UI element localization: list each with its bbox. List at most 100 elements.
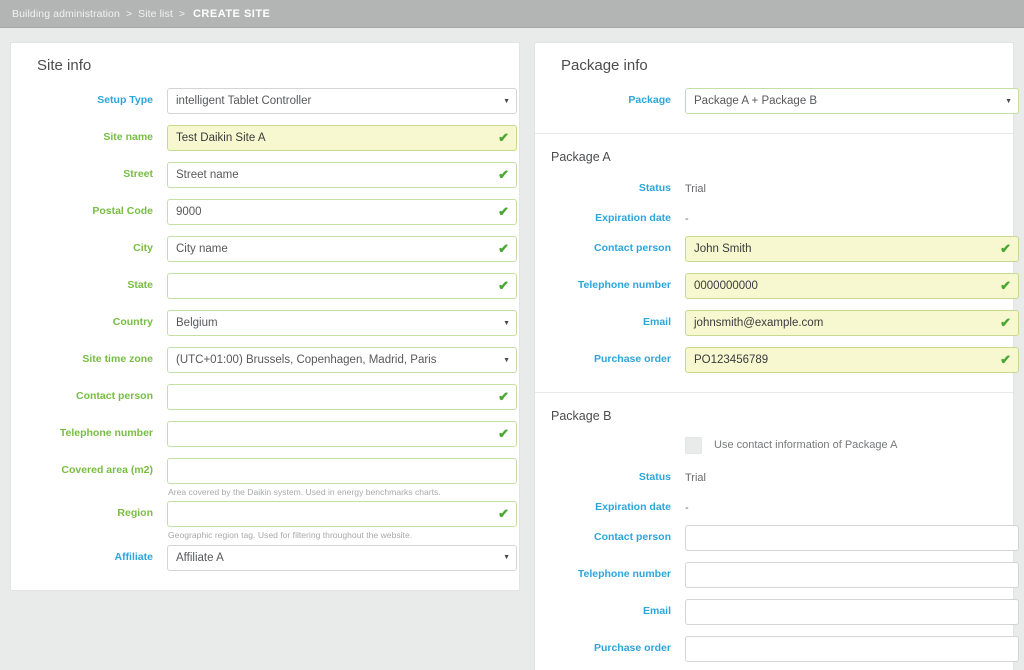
package-a-form: Status Trial Expiration date - Contact perso… [549, 176, 1019, 373]
input-street[interactable]: Street name [167, 162, 517, 188]
page-body: Site info Setup Type intelligent Tablet C… [0, 28, 1024, 670]
package-b-section: Package B Use contact information of Pac… [535, 392, 1019, 670]
value-status: Trial [685, 183, 706, 195]
select-setup-type[interactable]: intelligent Tablet Controller [167, 88, 517, 114]
use-package-a-contact-label: Use contact information of Package A [714, 439, 898, 451]
field-site-time-zone: (UTC+01:00) Brussels, Copenhagen, Madrid… [167, 347, 517, 373]
input-email[interactable] [685, 599, 1019, 625]
value-expiration-date: - [685, 502, 689, 514]
field-wrap-telephone-number [685, 562, 1019, 588]
label-telephone-number: Telephone number [59, 427, 153, 439]
use-package-a-contact-checkbox[interactable] [685, 437, 702, 454]
label-purchase-order: Purchase order [593, 353, 671, 365]
input-contact-person[interactable] [685, 525, 1019, 551]
input-purchase-order[interactable] [685, 636, 1019, 662]
input-covered-area-m2[interactable] [167, 458, 517, 484]
label-city: City [133, 242, 153, 254]
field-email: johnsmith@example.com ✔ [685, 310, 1019, 336]
label-country: Country [112, 316, 153, 328]
form-row-region: Region ✔ Geographic region tag. Used for f… [25, 501, 517, 540]
input-purchase-order[interactable]: PO123456789 [685, 347, 1019, 373]
label-telephone-number: Telephone number [577, 568, 671, 580]
field-street: Street name ✔ [167, 162, 517, 188]
field-telephone-number [685, 562, 1019, 588]
label-contact-person: Contact person [593, 531, 671, 543]
input-telephone-number[interactable] [167, 421, 517, 447]
form-row-state: State ✔ [25, 273, 517, 299]
package-b-title: Package B [551, 409, 612, 423]
label-status: Status [638, 182, 671, 194]
form-row-city: City City name ✔ [25, 236, 517, 262]
form-row-telephone-number: Telephone number ✔ [25, 421, 517, 447]
package-select-label: Package [628, 94, 671, 106]
breadcrumb-parent[interactable]: Site list [138, 8, 173, 20]
label-affiliate: Affiliate [114, 550, 153, 563]
field-affiliate: Affiliate A ▼ [167, 544, 517, 571]
label-site-time-zone: Site time zone [82, 353, 153, 365]
site-info-form: Setup Type intelligent Tablet Controller ▼… [25, 88, 517, 571]
input-state[interactable] [167, 273, 517, 299]
form-row-contact-person: Contact person [549, 525, 1019, 551]
label-contact-person: Contact person [75, 390, 153, 402]
field-wrap-state: ✔ [167, 273, 517, 299]
field-contact-person [685, 525, 1019, 551]
input-email[interactable]: johnsmith@example.com [685, 310, 1019, 336]
package-select-section: Package info Package Package A + Package… [535, 43, 1019, 133]
label-telephone-number: Telephone number [577, 279, 671, 291]
input-contact-person[interactable]: John Smith [685, 236, 1019, 262]
field-wrap-postal-code: 9000 ✔ [167, 199, 517, 225]
form-row-setup-type: Setup Type intelligent Tablet Controller ▼ [25, 88, 517, 114]
field-wrap-affiliate: Affiliate A ▼ [167, 544, 517, 571]
label-covered-area-m2: Covered area (m2) [61, 464, 153, 476]
label-street: Street [123, 168, 153, 180]
package-b-form: Status Trial Expiration date - Contact perso… [549, 465, 1019, 670]
form-row-expiration-date: Expiration date - [549, 206, 999, 225]
input-contact-person[interactable] [167, 384, 517, 410]
site-info-section: Site info Setup Type intelligent Tablet C… [11, 43, 519, 590]
field-wrap-contact-person [685, 525, 1019, 551]
select-affiliate[interactable]: Affiliate A [167, 544, 517, 571]
label-expiration-date: Expiration date [595, 501, 671, 513]
input-city[interactable]: City name [167, 236, 517, 262]
form-row-postal-code: Postal Code 9000 ✔ [25, 199, 517, 225]
package-select[interactable]: Package A + Package B [685, 88, 1019, 114]
input-telephone-number[interactable] [685, 562, 1019, 588]
input-site-name[interactable]: Test Daikin Site A [167, 125, 517, 151]
hint-region: Geographic region tag. Used for filterin… [168, 530, 413, 541]
select-site-time-zone[interactable]: (UTC+01:00) Brussels, Copenhagen, Madrid… [167, 347, 517, 373]
select-country[interactable]: Belgium [167, 310, 517, 336]
checkbox-spacer [549, 435, 671, 442]
value-expiration-date: - [685, 213, 689, 225]
form-row-contact-person: Contact person ✔ [25, 384, 517, 410]
field-wrap-telephone-number: 0000000000 ✔ [685, 273, 1019, 299]
breadcrumb-current: CREATE SITE [192, 7, 271, 20]
form-row-site-name: Site name Test Daikin Site A ✔ [25, 125, 517, 151]
value-status: Trial [685, 472, 706, 484]
hint-covered-area-m2: Area covered by the Daikin system. Used … [168, 487, 441, 497]
label-status: Status [638, 471, 671, 483]
field-wrap-city: City name ✔ [167, 236, 517, 262]
field-contact-person: John Smith ✔ [685, 236, 1019, 262]
form-row-purchase-order: Purchase order PO123456789 ✔ [549, 347, 1019, 373]
input-postal-code[interactable]: 9000 [167, 199, 517, 225]
label-site-name: Site name [103, 131, 153, 143]
form-row-covered-area-m2: Covered area (m2) Area covered by the Dai… [25, 458, 517, 497]
breadcrumb-separator-1: > [125, 7, 133, 20]
package-select-wrap: Package A + Package B ▼ [685, 88, 1019, 114]
package-a-section: Package A Status Trial Expiration date - Con… [535, 133, 1019, 392]
input-region[interactable] [167, 501, 517, 528]
field-purchase-order [685, 636, 1019, 662]
label-region: Region [117, 507, 153, 520]
form-row-telephone-number: Telephone number 0000000000 ✔ [549, 273, 1019, 299]
label-email: Email [642, 605, 671, 617]
site-info-title: Site info [37, 57, 92, 74]
input-telephone-number[interactable]: 0000000000 [685, 273, 1019, 299]
breadcrumb-root[interactable]: Building administration [12, 8, 120, 20]
field-setup-type: intelligent Tablet Controller ▼ [167, 88, 517, 114]
field-wrap-contact-person: John Smith ✔ [685, 236, 1019, 262]
field-wrap-street: Street name ✔ [167, 162, 517, 188]
package-b-copy-contact-row: Use contact information of Package A [549, 435, 999, 454]
field-wrap-region: ✔ Geographic region tag. Used for filteri… [167, 501, 517, 540]
field-wrap-email: johnsmith@example.com ✔ [685, 310, 1019, 336]
field-covered-area-m2 [167, 458, 517, 484]
